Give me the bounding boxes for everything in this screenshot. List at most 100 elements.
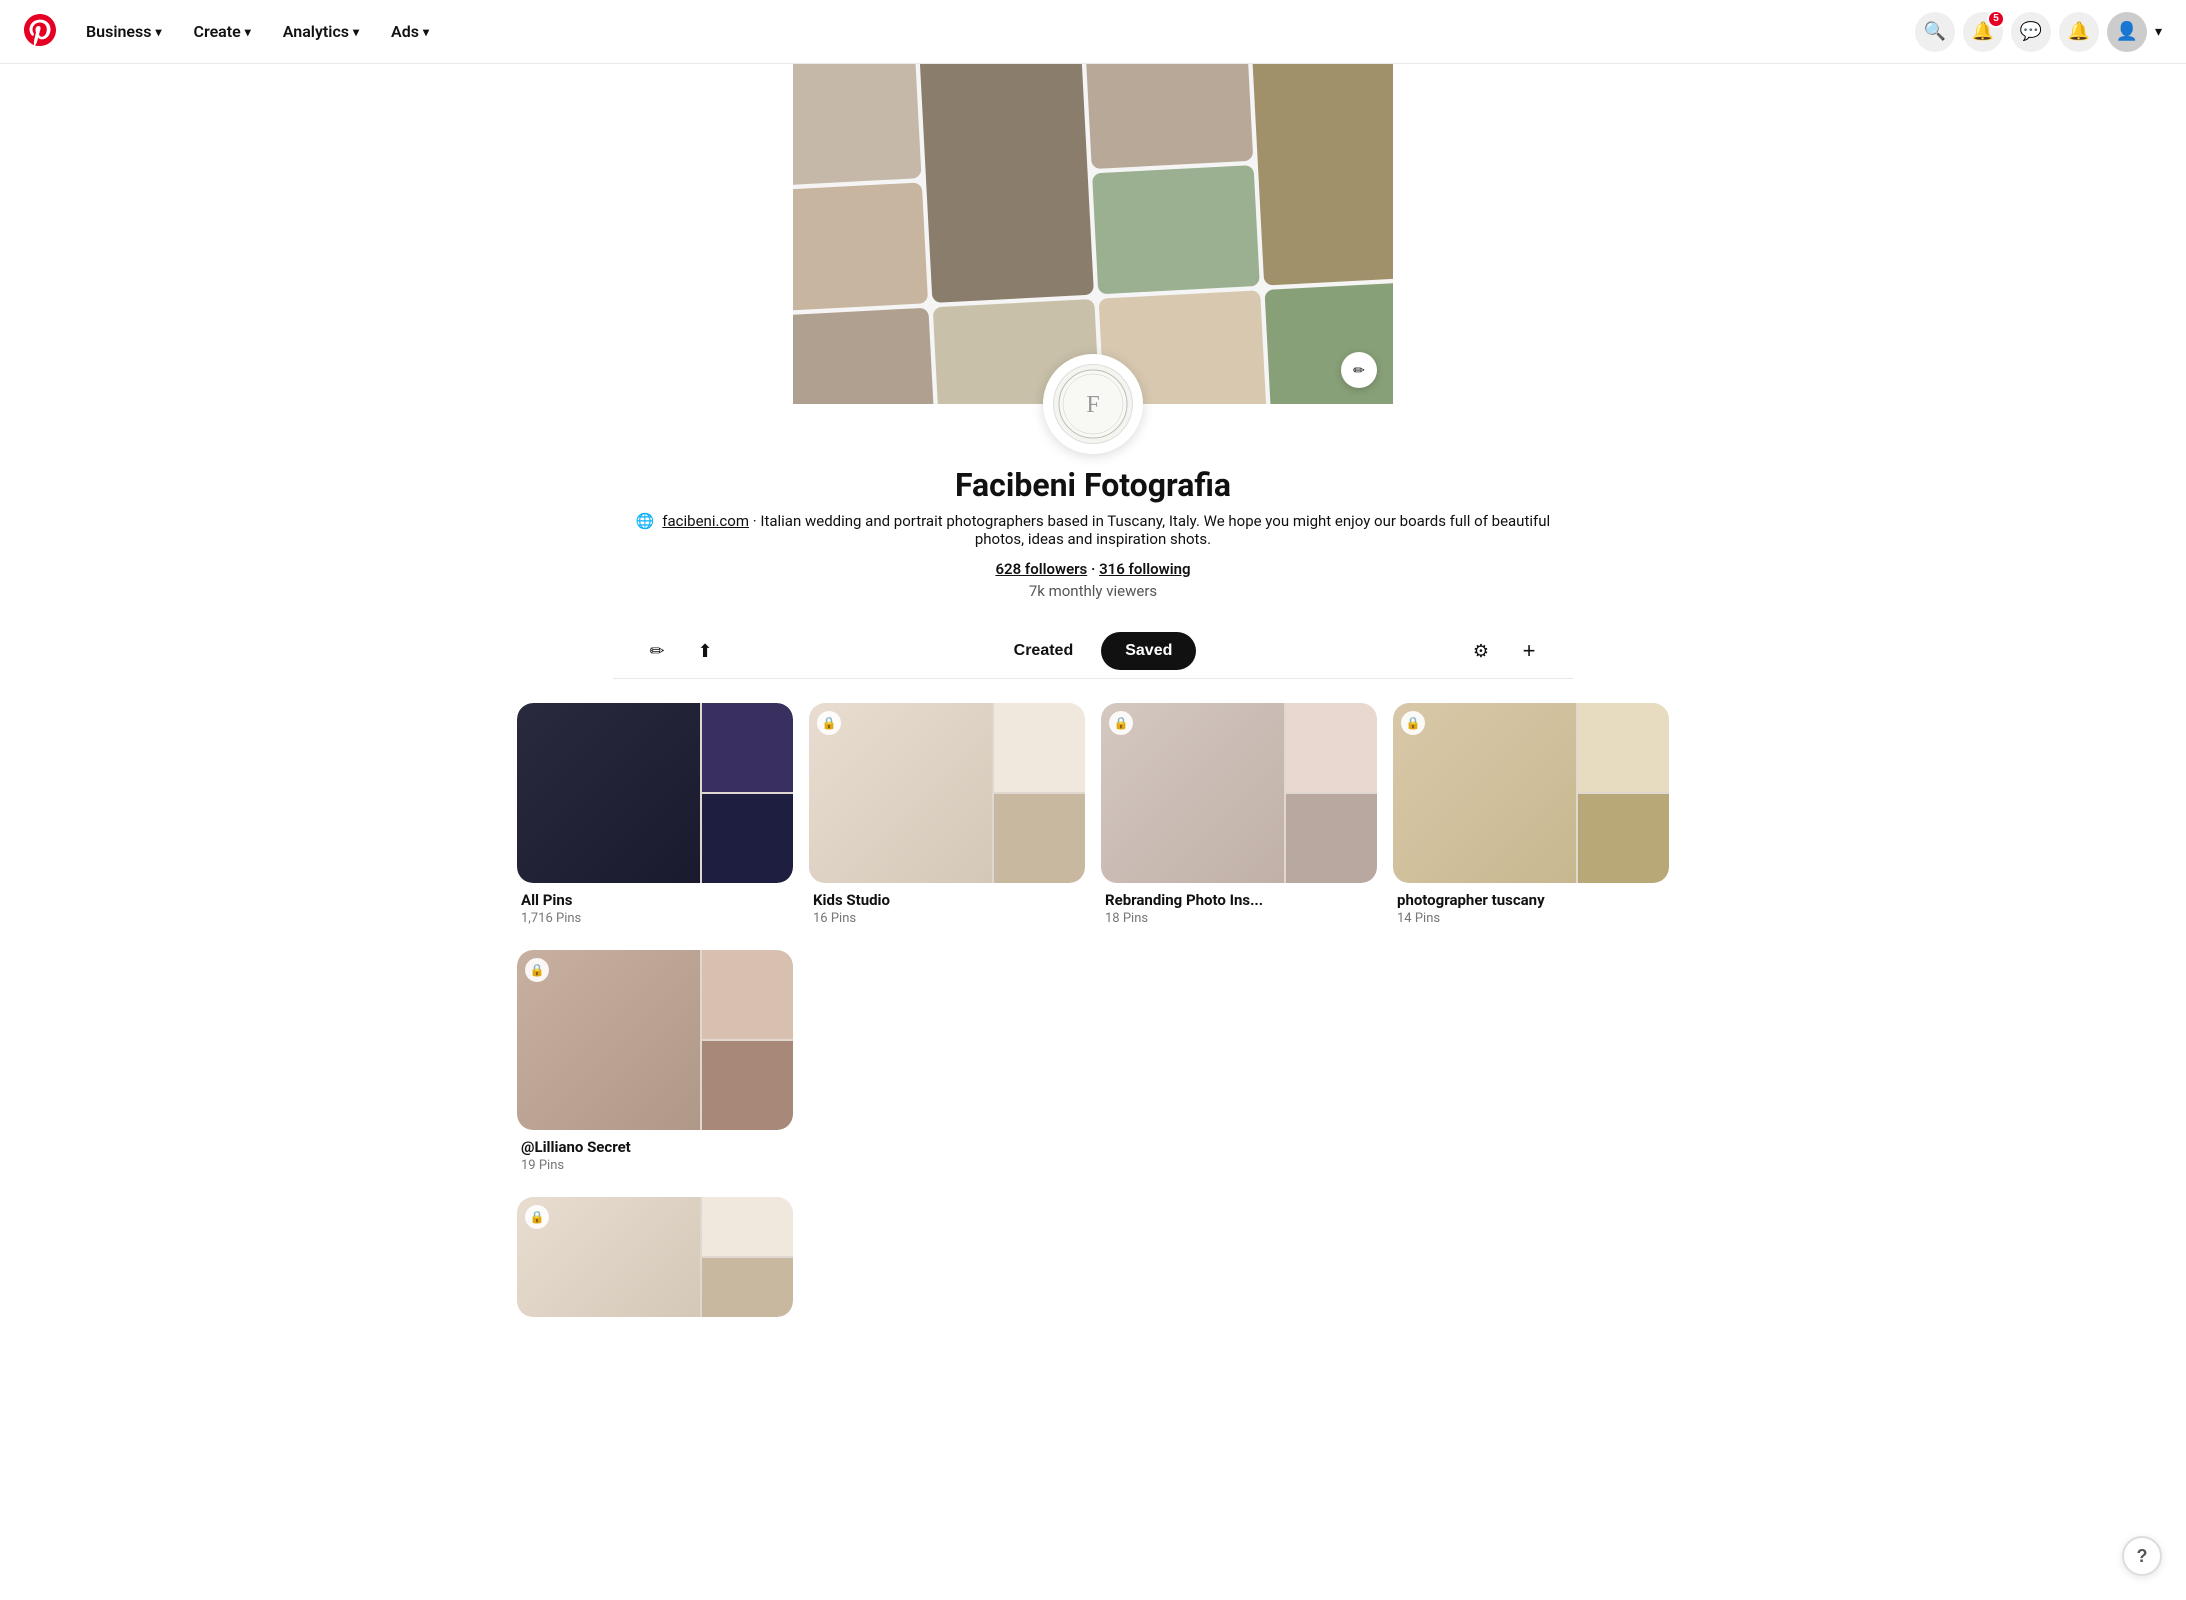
board-side-images (994, 703, 1085, 883)
board-info: photographer tuscany 14 Pins (1393, 883, 1669, 934)
svg-text:F: F (1086, 392, 1099, 418)
board-lock-icon: 🔒 (1109, 711, 1133, 735)
add-board-button[interactable]: + (1509, 631, 1549, 671)
board-info: Rebranding Photo Ins... 18 Pins (1101, 883, 1377, 934)
question-icon: ? (2137, 1546, 2148, 1567)
board-side-images (702, 1197, 793, 1317)
board-side-image-bottom (1286, 794, 1377, 883)
board-side-images (1578, 703, 1669, 883)
board-title: @Lilliano Secret (521, 1138, 789, 1156)
chevron-down-icon: ▾ (155, 25, 161, 39)
notification-badge: 5 (1987, 10, 2005, 28)
avatar: F (1043, 354, 1143, 454)
board-card[interactable]: 🔒 Rebranding Photo Ins... 18 Pins (1101, 703, 1377, 934)
nav-item-business[interactable]: Business ▾ (72, 14, 176, 49)
tabs-bar: ✏ ⬆ Created Saved ⚙ + (613, 624, 1573, 679)
followers-link[interactable]: 628 followers (995, 560, 1087, 578)
following-link[interactable]: 316 following (1099, 560, 1190, 578)
header-icons: 🔍 🔔 5 💬 🔔 👤 ▾ (1915, 12, 2162, 52)
collage-item (1092, 165, 1260, 295)
collage-item (793, 64, 922, 186)
board-card[interactable]: 🔒 Kids Studio 16 Pins (809, 703, 1085, 934)
board-count: 14 Pins (1397, 911, 1665, 926)
board-side-image-top (1578, 703, 1669, 792)
profile-name: Facibeni Fotografia (613, 466, 1573, 504)
notifications-button[interactable]: 🔔 5 (1963, 12, 2003, 52)
nav-item-analytics[interactable]: Analytics ▾ (269, 14, 373, 49)
collage-item (1251, 64, 1393, 286)
board-image: 🔒 (809, 703, 1085, 883)
nav-label-business: Business (86, 22, 151, 41)
collage-item (1264, 282, 1393, 404)
filter-button[interactable]: ⚙ (1461, 631, 1501, 671)
board-count: 1,716 Pins (521, 911, 789, 926)
board-info: All Pins 1,716 Pins (517, 883, 793, 934)
search-button[interactable]: 🔍 (1915, 12, 1955, 52)
chevron-down-icon: ▾ (423, 25, 429, 39)
nav-item-create[interactable]: Create ▾ (180, 14, 265, 49)
board-side-image-bottom (702, 794, 793, 883)
nav-label-ads: Ads (391, 22, 419, 41)
cover-image: ✏ (793, 64, 1393, 404)
profile-stats: 628 followers · 316 following (613, 560, 1573, 578)
edit-cover-button[interactable]: ✏ (1341, 352, 1377, 388)
tab-created[interactable]: Created (990, 632, 1098, 670)
tab-group: Created Saved (990, 632, 1197, 670)
header: Business ▾ Create ▾ Analytics ▾ Ads ▾ 🔍 … (0, 0, 2186, 64)
pinterest-logo[interactable] (24, 14, 56, 50)
board-image: 🔒 (1101, 703, 1377, 883)
alerts-button[interactable]: 🔔 (2059, 12, 2099, 52)
board-card[interactable]: 🔒 @Lilliano Secret 19 Pins (517, 950, 793, 1181)
board-image: 🔒 (517, 1197, 793, 1317)
board-side-image-top (702, 950, 793, 1039)
avatar-icon: 👤 (2116, 21, 2138, 42)
board-title: All Pins (521, 891, 789, 909)
pencil-icon: ✏ (1353, 362, 1365, 379)
nav-label-analytics: Analytics (283, 22, 349, 41)
board-side-images (702, 950, 793, 1130)
board-side-images (1286, 703, 1377, 883)
share-profile-button[interactable]: ⬆ (685, 631, 725, 671)
board-title: photographer tuscany (1397, 891, 1665, 909)
profile-viewers: 7k monthly viewers (613, 582, 1573, 600)
profile-section: ✏ F Facibeni Fotografia 🌐 facibeni.com ·… (613, 64, 1573, 600)
board-lock-icon: 🔒 (817, 711, 841, 735)
collage-item (793, 182, 928, 312)
tab-saved[interactable]: Saved (1101, 632, 1196, 670)
board-card[interactable]: All Pins 1,716 Pins (517, 703, 793, 934)
board-title: Rebranding Photo Ins... (1105, 891, 1373, 909)
board-title: Kids Studio (813, 891, 1081, 909)
filter-icon: ⚙ (1473, 641, 1489, 662)
chevron-down-icon: ▾ (245, 25, 251, 39)
board-card[interactable]: 🔒 photographer tuscany 14 Pins (1393, 703, 1669, 934)
board-info: Kids Studio 16 Pins (809, 883, 1085, 934)
avatar-logo: F (1053, 364, 1133, 444)
user-dropdown-chevron[interactable]: ▾ (2155, 24, 2162, 40)
board-side-image-bottom (702, 1258, 793, 1317)
user-avatar-button[interactable]: 👤 (2107, 12, 2147, 52)
board-side-image-bottom (1578, 794, 1669, 883)
board-lock-icon: 🔒 (525, 1205, 549, 1229)
message-icon: 💬 (2020, 21, 2042, 42)
board-info: @Lilliano Secret 19 Pins (517, 1130, 793, 1181)
profile-website[interactable]: facibeni.com (662, 512, 749, 530)
profile-meta: 🌐 facibeni.com · Italian wedding and por… (613, 512, 1573, 548)
chevron-down-icon: ▾ (353, 25, 359, 39)
collage-item (1085, 64, 1253, 169)
collage-item (920, 64, 1094, 303)
pencil-icon: ✏ (649, 641, 664, 662)
edit-profile-button[interactable]: ✏ (637, 631, 677, 671)
collage-item (793, 308, 935, 404)
board-card-partial[interactable]: 🔒 (517, 1197, 793, 1317)
avatar-wrapper: F (1043, 354, 1143, 454)
board-image: 🔒 (1393, 703, 1669, 883)
board-count: 16 Pins (813, 911, 1081, 926)
board-side-image-top (702, 703, 793, 792)
board-side-image-bottom (702, 1041, 793, 1130)
messages-button[interactable]: 💬 (2011, 12, 2051, 52)
nav-item-ads[interactable]: Ads ▾ (377, 14, 443, 49)
help-button[interactable]: ? (2122, 1536, 2162, 1576)
plus-icon: + (1523, 638, 1536, 664)
share-icon: ⬆ (697, 641, 712, 662)
board-lock-icon: 🔒 (525, 958, 549, 982)
